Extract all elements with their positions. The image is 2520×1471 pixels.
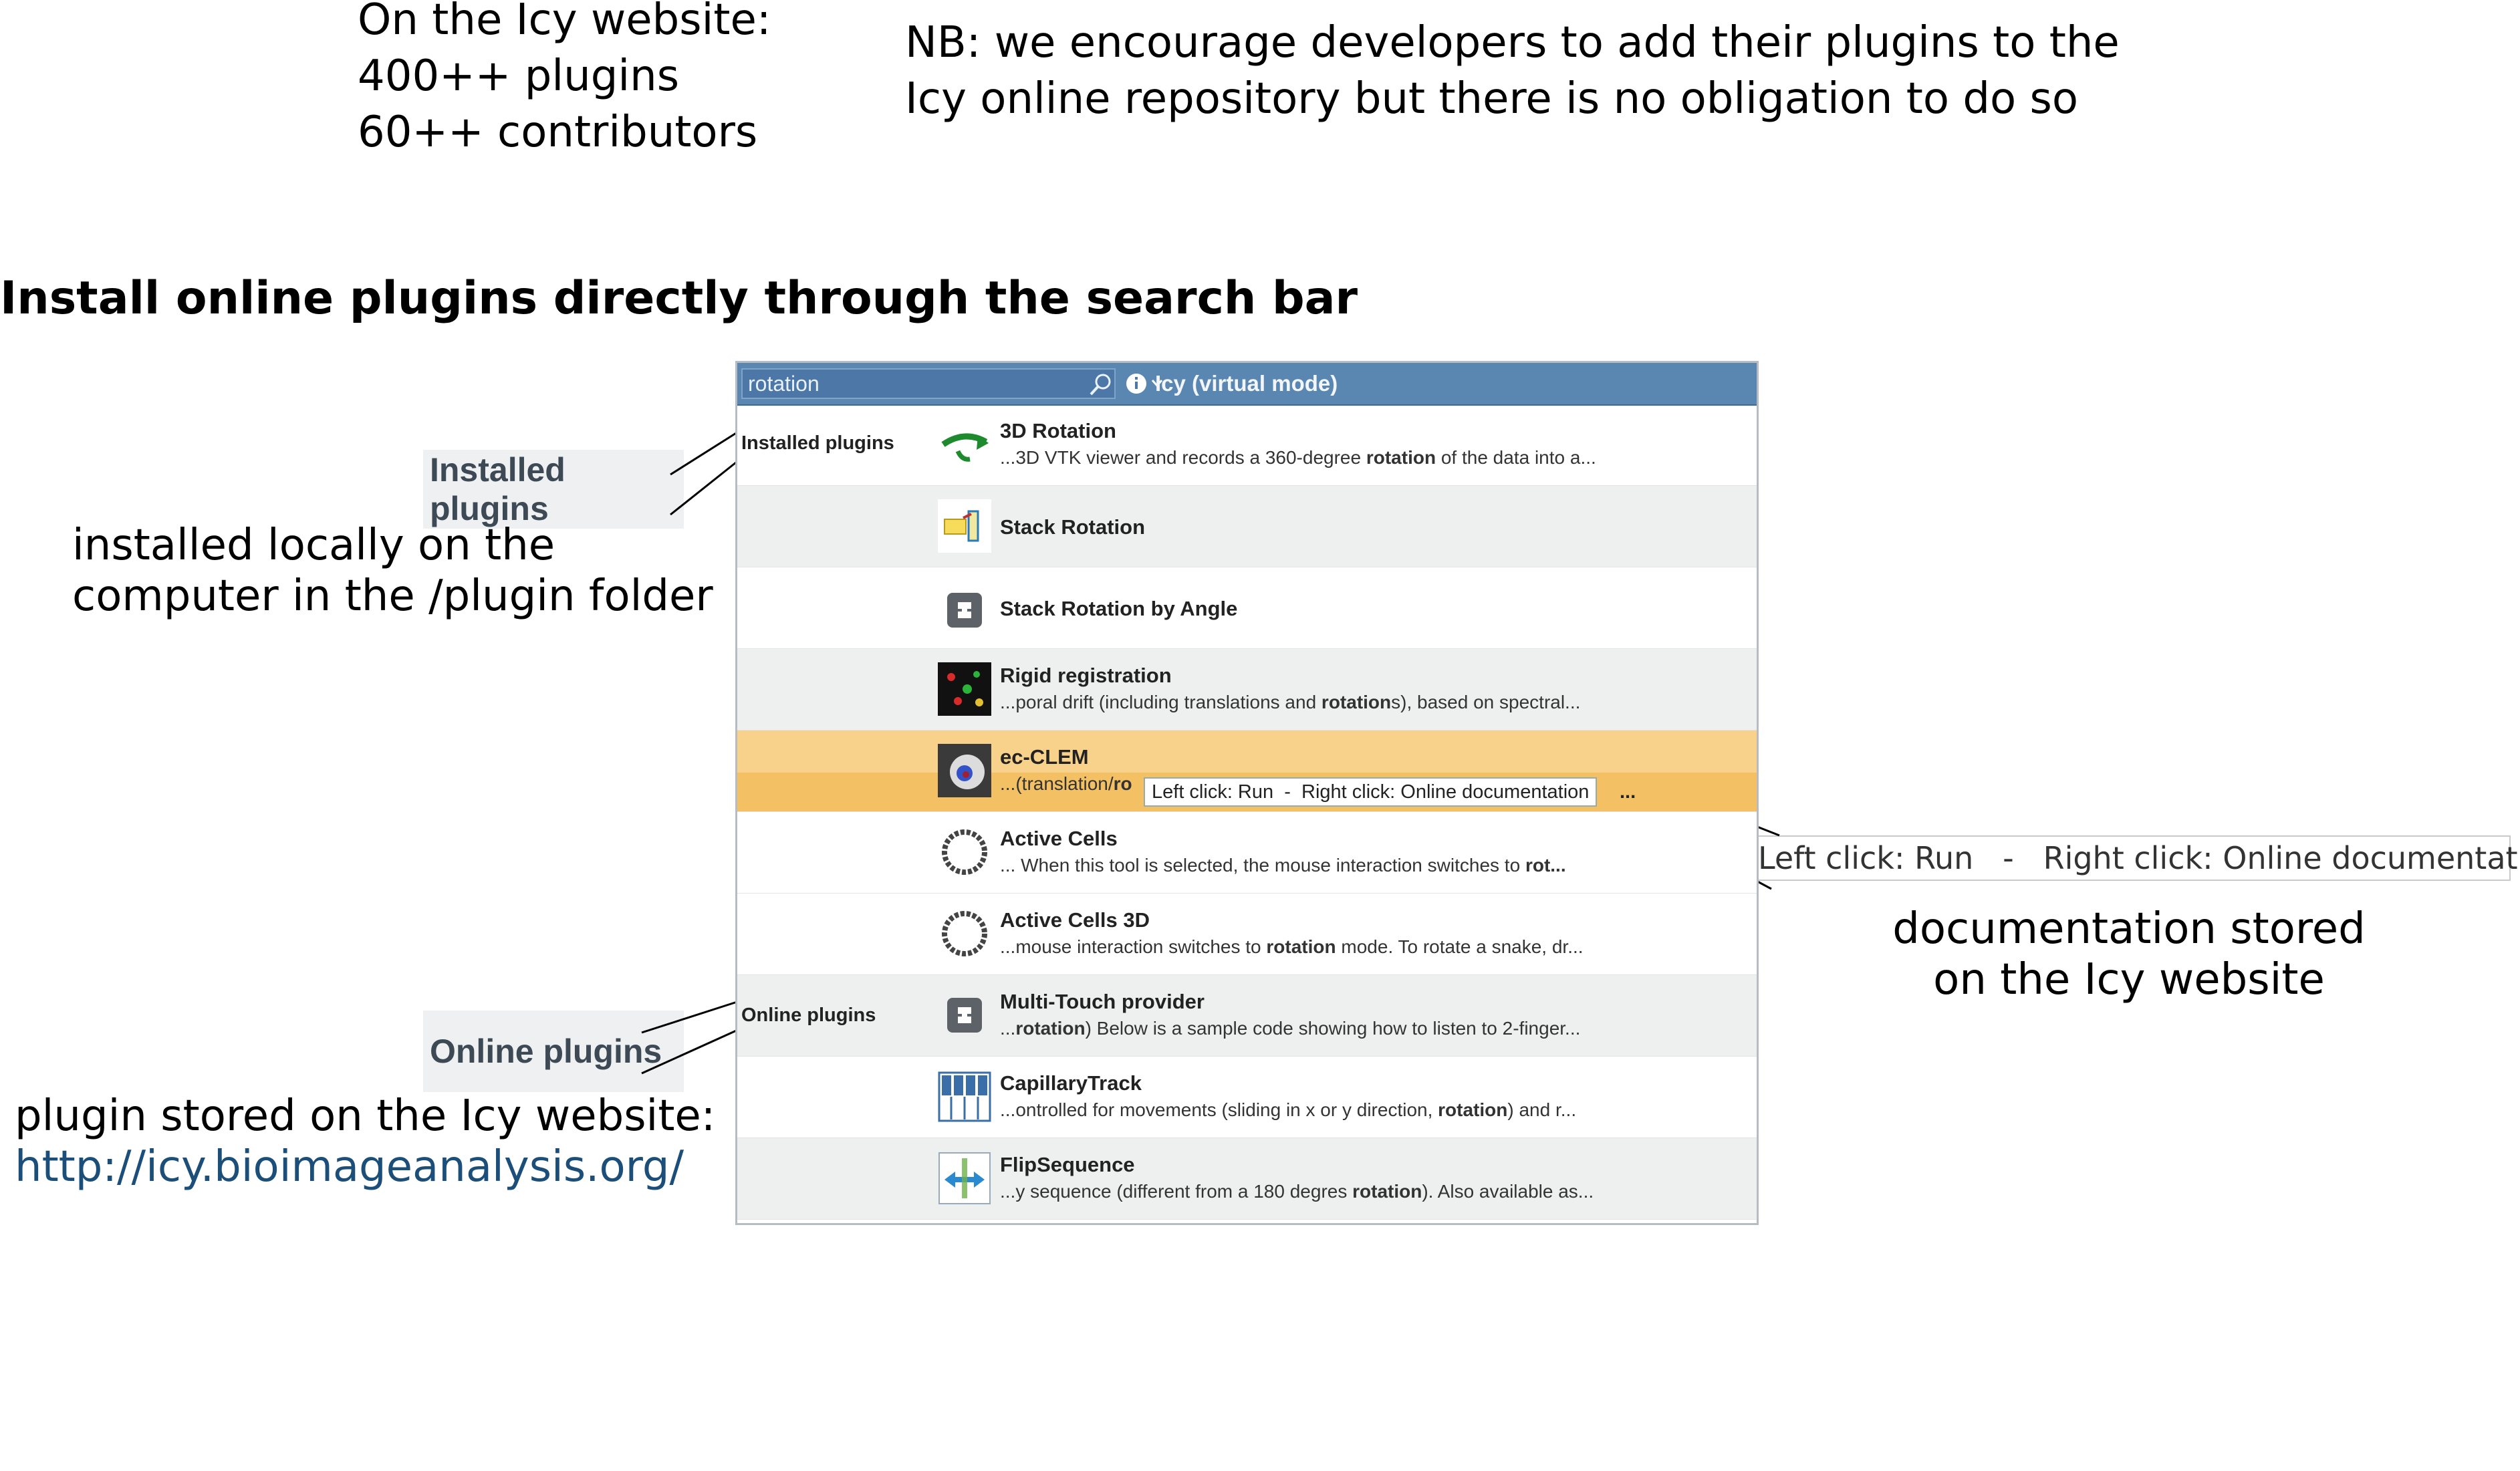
active-cells-3d-icon — [942, 911, 987, 956]
plugin-row-3d-rotation[interactable]: Installed plugins 3D Rotation ...3D VTK … — [737, 404, 1757, 486]
icy-search-window: rotation Icy (virtual mode) Installed pl… — [735, 361, 1759, 1225]
plugin-description: ...y sequence (different from a 180 degr… — [1000, 1181, 1594, 1202]
search-input[interactable]: rotation — [741, 368, 1116, 399]
plugin-name: ec-CLEM — [1000, 745, 1089, 769]
search-value: rotation — [748, 372, 820, 396]
active-cells-icon — [942, 829, 987, 875]
puzzle-piece-icon — [947, 998, 982, 1033]
search-icon[interactable] — [1087, 372, 1114, 398]
plugin-name: Stack Rotation by Angle — [1000, 597, 1238, 620]
rotate-arrow-icon — [941, 433, 989, 462]
plugin-description: ...ontrolled for movements (sliding in x… — [1000, 1099, 1577, 1120]
plugin-name: Rigid registration — [1000, 664, 1172, 687]
connector-online-1 — [641, 1000, 740, 1034]
plugin-name: 3D Rotation — [1000, 419, 1116, 442]
plugin-name: Active Cells — [1000, 827, 1118, 850]
section-label-installed: Installed plugins — [741, 432, 894, 454]
tooltip-ellipsis: ... — [1620, 781, 1636, 803]
plugin-description: ...mouse interaction switches to rotatio… — [1000, 936, 1584, 957]
plugin-tooltip: Left click: Run - Right click: Online do… — [1144, 777, 1598, 807]
plugin-name: FlipSequence — [1000, 1153, 1135, 1176]
connector-online-2 — [641, 1028, 740, 1075]
ec-clem-icon — [938, 744, 991, 797]
flip-arrows-icon — [938, 1152, 991, 1204]
plugin-description: ... When this tool is selected, the mous… — [1000, 855, 1566, 876]
plugin-row-flip-sequence[interactable]: FlipSequence ...y sequence (different fr… — [737, 1138, 1757, 1220]
title-bar: rotation Icy (virtual mode) — [737, 363, 1757, 406]
plugin-name: CapillaryTrack — [1000, 1071, 1142, 1095]
plugin-row-active-cells-3d[interactable]: Active Cells 3D ...mouse interaction swi… — [737, 894, 1757, 975]
plugin-description: ...rotation) Below is a sample code show… — [1000, 1018, 1581, 1039]
plugin-name: Active Cells 3D — [1000, 908, 1150, 932]
plugin-name: Stack Rotation — [1000, 515, 1146, 539]
section-label-online: Online plugins — [741, 1005, 876, 1026]
plugin-row-active-cells[interactable]: Active Cells ... When this tool is selec… — [737, 812, 1757, 894]
puzzle-piece-icon — [947, 593, 982, 628]
plugin-row-capillary-track[interactable]: CapillaryTrack ...ontrolled for movement… — [737, 1057, 1757, 1138]
stack-rotation-icon — [938, 499, 991, 553]
plugin-row-multi-touch-provider[interactable]: Online plugins Multi-Touch provider ...r… — [737, 975, 1757, 1057]
plugin-description: ...poral drift (including translations a… — [1000, 692, 1581, 712]
capillary-track-icon — [938, 1071, 991, 1122]
plugin-row-stack-rotation[interactable]: Stack Rotation — [737, 486, 1757, 567]
plugin-name: Multi-Touch provider — [1000, 990, 1205, 1013]
plugin-row-stack-rotation-by-angle[interactable]: Stack Rotation by Angle — [737, 567, 1757, 649]
registration-icon — [938, 662, 991, 716]
plugin-description: ...3D VTK viewer and records a 360-degre… — [1000, 447, 1596, 468]
plugin-row-rigid-registration[interactable]: Rigid registration ...poral drift (inclu… — [737, 649, 1757, 730]
window-title: Icy (virtual mode) — [1155, 371, 1338, 396]
plugin-description: ...(translation/ro — [1000, 773, 1132, 794]
